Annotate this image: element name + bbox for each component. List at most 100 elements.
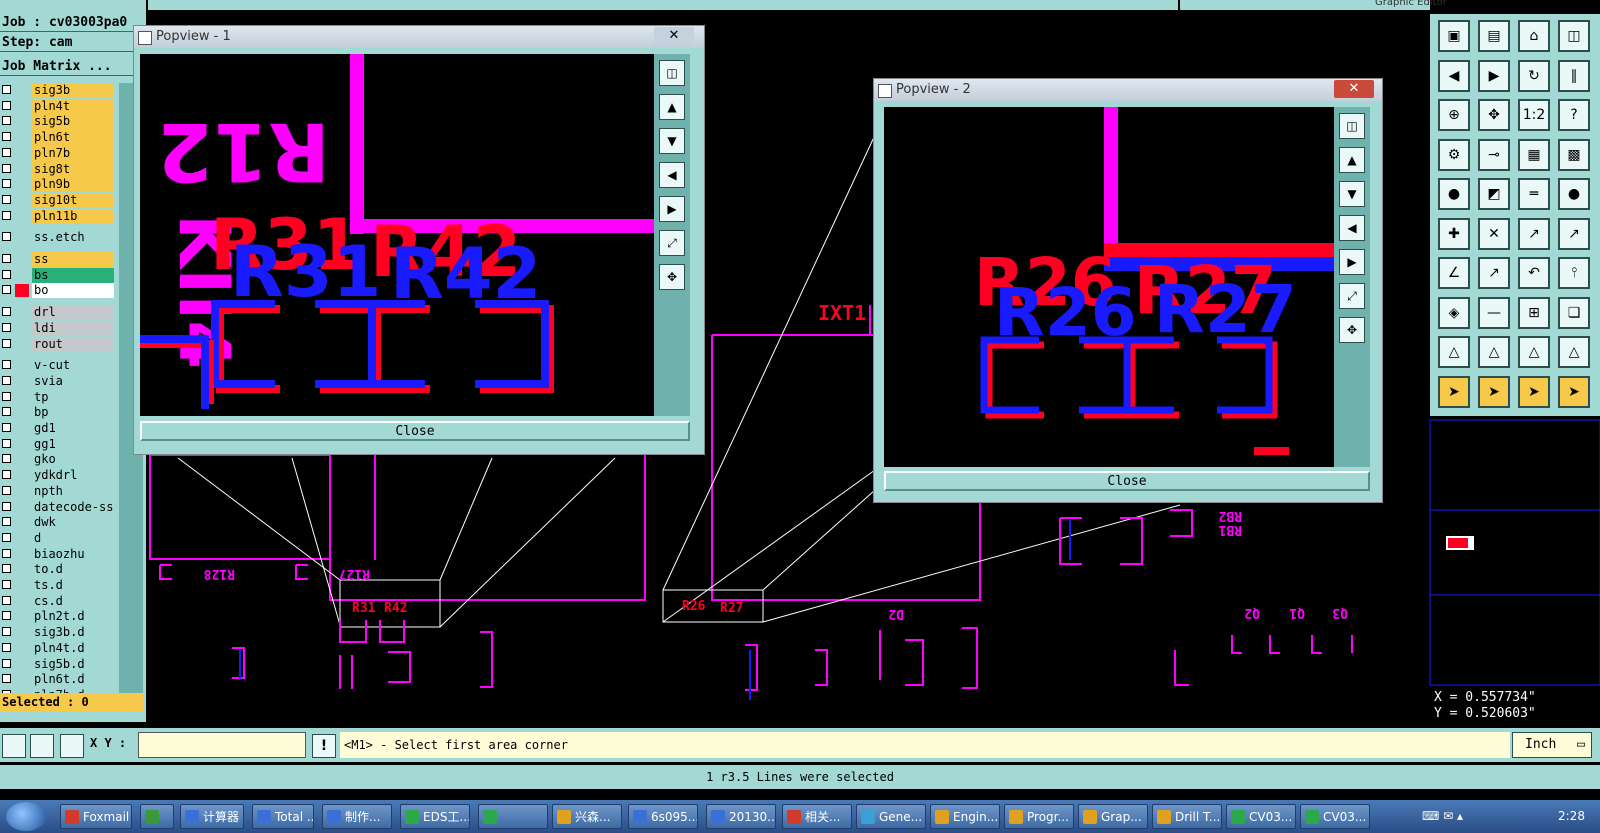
alert-icon[interactable]: ! — [312, 734, 336, 758]
layer-name[interactable]: dwk — [32, 515, 114, 531]
xy-input[interactable] — [138, 732, 306, 758]
layer-checkbox[interactable] — [2, 163, 11, 173]
layer-checkbox[interactable] — [2, 595, 11, 605]
layer-row[interactable]: cs.d — [0, 593, 117, 609]
layer-name[interactable]: gd1 — [32, 421, 114, 436]
layer-checkbox[interactable] — [2, 438, 11, 448]
start-button[interactable] — [6, 802, 46, 831]
move-icon[interactable]: ↗ — [1558, 217, 1590, 250]
popview-tool-icon[interactable]: ▲ — [1339, 147, 1365, 173]
layer-checkbox[interactable] — [2, 391, 11, 401]
layer-row[interactable]: v-cut — [0, 358, 117, 374]
layer-checkbox[interactable] — [2, 642, 11, 652]
taskbar-item[interactable]: EDS工... — [400, 804, 470, 829]
popview-tool-icon[interactable]: ▼ — [659, 128, 685, 154]
layer-name[interactable]: bo — [32, 283, 114, 299]
redraw-icon[interactable]: ↻ — [1518, 59, 1550, 92]
layer-checkbox[interactable] — [2, 470, 11, 480]
layer-row[interactable]: pln4t.d — [0, 640, 117, 656]
popview-tool-icon[interactable]: ▶ — [1339, 249, 1365, 275]
layer-row[interactable]: sig3b.d — [0, 625, 117, 641]
taskbar-item[interactable] — [140, 804, 174, 829]
tray-icons[interactable]: ⌨ ✉ ▴ — [1422, 804, 1463, 829]
layer-name[interactable]: to.d — [32, 562, 114, 578]
layer-checkbox[interactable] — [2, 485, 11, 495]
copy-icon[interactable]: ◈ — [1438, 296, 1470, 329]
layer-name[interactable]: sig3b.d — [32, 625, 114, 641]
layer-name[interactable]: sig10t — [32, 192, 114, 208]
split-icon[interactable]: ∥ — [1558, 59, 1590, 92]
layer-name[interactable]: pln2t.d — [32, 609, 114, 625]
home-icon[interactable]: ⌂ — [1518, 20, 1550, 52]
layer-row[interactable]: pln6t — [0, 130, 117, 146]
layer-name[interactable]: sig8t — [32, 161, 114, 177]
layer-name[interactable]: pln6t — [32, 130, 114, 146]
popview-2-canvas[interactable]: R26 R27 R26 R27 — [884, 107, 1334, 467]
layer-row[interactable]: tp — [0, 389, 117, 405]
taskbar-item[interactable]: CV03... — [1300, 804, 1370, 829]
taskbar-item[interactable]: Total ... — [252, 804, 314, 829]
layer-name[interactable]: pln4t — [32, 98, 114, 114]
layer-name[interactable]: bp — [32, 405, 114, 421]
layer-checkbox[interactable] — [2, 322, 11, 332]
layers-icon[interactable]: ▦ — [1518, 138, 1550, 171]
units-dropdown[interactable]: Inch ▭ — [1512, 732, 1592, 758]
layer-row[interactable]: ss — [0, 252, 117, 267]
layer-name[interactable]: rout — [32, 336, 114, 352]
layer-name[interactable]: ss.etch — [32, 230, 114, 246]
layer-row[interactable]: datecode-ss — [0, 499, 117, 515]
layer-row[interactable]: bp — [0, 405, 117, 421]
layer-checkbox[interactable] — [2, 116, 11, 126]
layer-checkbox[interactable] — [2, 269, 11, 279]
layer-row[interactable]: ts.d — [0, 578, 117, 593]
layer-checkbox[interactable] — [2, 179, 11, 189]
popview-tool-icon[interactable]: ◫ — [659, 60, 685, 86]
taskbar-item[interactable]: 20130... — [706, 804, 776, 829]
layer-name[interactable]: tp — [32, 389, 114, 405]
taskbar-item[interactable]: 相关... — [782, 804, 852, 829]
layer-name[interactable]: drl — [32, 305, 114, 321]
array-icon[interactable]: ❏ — [1558, 296, 1590, 329]
popview-2-titlebar[interactable]: Popview - 2 ✕ — [874, 79, 1382, 101]
grid-tool-button[interactable] — [60, 734, 84, 758]
center-icon[interactable]: ✥ — [1478, 99, 1510, 131]
layer-name[interactable]: pln7b — [32, 145, 114, 161]
popview-1-canvas[interactable]: R12 KII4 R31 R42 R31 R42 — [140, 54, 660, 416]
layer-row[interactable]: bs — [0, 267, 117, 283]
taskbar-item[interactable]: Gene... — [856, 804, 926, 829]
angle-icon[interactable]: ↗ — [1478, 257, 1510, 289]
circle-icon[interactable]: ● — [1438, 178, 1470, 210]
popview-tool-icon[interactable]: ✥ — [659, 264, 685, 290]
layer-checkbox[interactable] — [2, 407, 11, 417]
popview-tool-icon[interactable]: ⤢ — [659, 230, 685, 256]
popview-1-titlebar[interactable]: Popview - 1 ✕ — [134, 26, 704, 48]
zoom-in-icon[interactable]: ▣ — [1438, 20, 1470, 52]
layer-name[interactable]: pln11b — [32, 208, 114, 224]
layer-row[interactable]: svia — [0, 373, 117, 389]
taskbar-item[interactable]: 计算器 — [180, 804, 244, 829]
layer-checkbox[interactable] — [2, 532, 11, 542]
layer-row[interactable]: sig5b — [0, 114, 117, 130]
layer-name[interactable]: bs — [32, 267, 114, 283]
scale-icon[interactable]: 1:2 — [1518, 99, 1550, 131]
layer-checkbox[interactable] — [2, 375, 11, 385]
layer-name[interactable]: sig5b — [32, 114, 114, 130]
zoom-out-icon[interactable]: ▤ — [1478, 20, 1510, 52]
layer-checkbox[interactable] — [2, 194, 11, 204]
layer-row[interactable]: ydkdrl — [0, 468, 117, 484]
layer-row[interactable]: biaozhu — [0, 546, 117, 562]
trim-icon[interactable]: — — [1478, 296, 1510, 329]
layer-checkbox[interactable] — [2, 611, 11, 621]
close-icon[interactable]: ✕ — [654, 27, 694, 45]
layer-row[interactable]: pln4t — [0, 98, 117, 114]
measure-icon[interactable]: ⊸ — [1478, 138, 1510, 171]
layer-row[interactable]: pln11b — [0, 208, 117, 224]
popview-2-close-button[interactable]: Close — [884, 471, 1370, 491]
pan-left-icon[interactable]: ◀ — [1438, 59, 1470, 92]
pointer-3-icon[interactable]: ➤ — [1518, 375, 1550, 408]
taskbar-item[interactable]: 制作... — [322, 804, 392, 829]
layer-checkbox[interactable] — [2, 658, 11, 668]
mirror-icon[interactable]: ⫯ — [1558, 257, 1590, 289]
layer-name[interactable]: ldi — [32, 320, 114, 336]
layer-checkbox[interactable] — [2, 254, 11, 263]
